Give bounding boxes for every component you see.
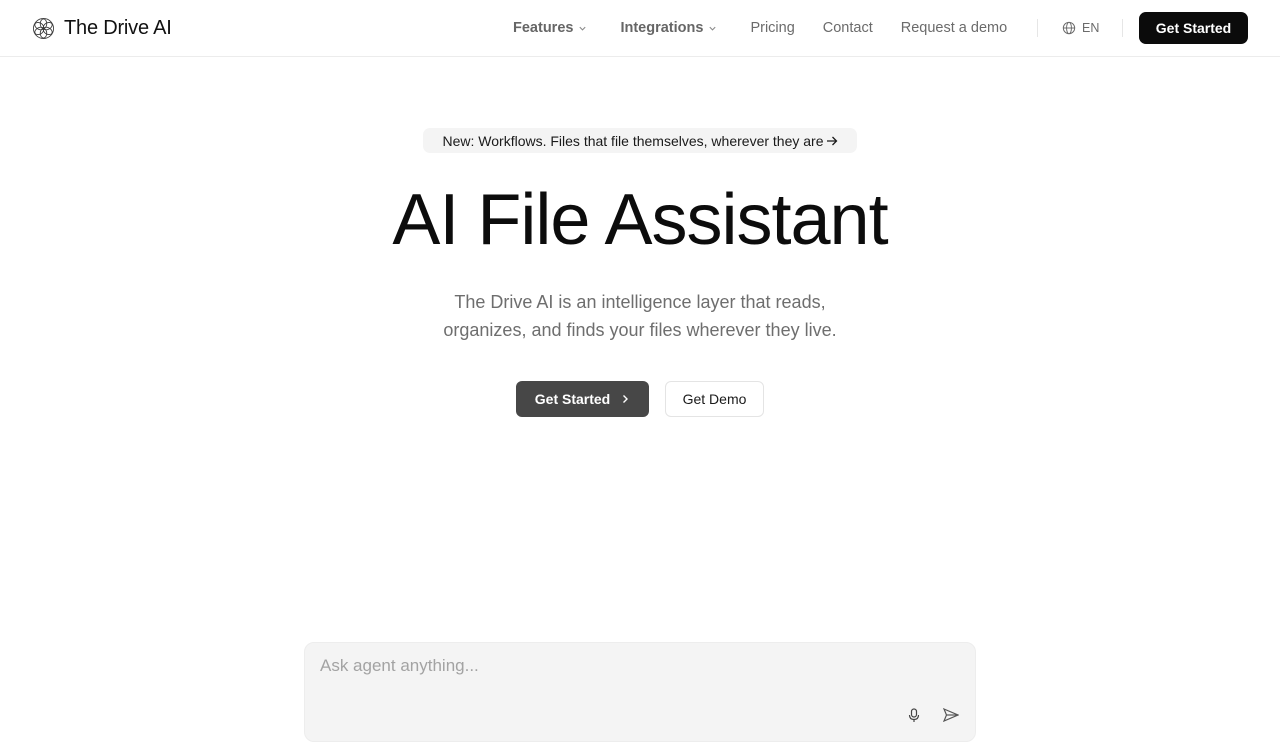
- arrow-right-icon: [826, 136, 837, 145]
- top-nav: The Drive AI Features Integrations Prici…: [0, 0, 1280, 57]
- nav-pricing-label: Pricing: [750, 20, 795, 36]
- nav-request-demo-label: Request a demo: [900, 20, 1008, 36]
- chevron-down-icon: [709, 26, 717, 31]
- agent-chat-box: [304, 642, 976, 742]
- hero-subtitle: The Drive AI is an intelligence layer th…: [390, 288, 890, 344]
- nav-request-demo[interactable]: Request a demo: [901, 20, 1007, 36]
- chevron-down-icon: [579, 26, 587, 31]
- globe-icon: [1062, 21, 1076, 35]
- hero-subtitle-line-2: organizes, and finds your files wherever…: [443, 320, 837, 340]
- nav-divider: [1122, 19, 1123, 37]
- brand-link[interactable]: The Drive AI: [32, 16, 172, 40]
- nav-integrations[interactable]: Integrations: [620, 20, 717, 36]
- agent-chat-input[interactable]: [320, 653, 880, 679]
- hero-get-demo-button[interactable]: Get Demo: [665, 381, 764, 417]
- hero-get-started-button[interactable]: Get Started: [516, 381, 649, 417]
- microphone-icon: [908, 707, 920, 722]
- nav-features[interactable]: Features: [513, 20, 587, 36]
- nav-pricing[interactable]: Pricing: [750, 20, 794, 36]
- nav-integrations-label: Integrations: [620, 20, 704, 36]
- language-switcher[interactable]: EN: [1062, 20, 1099, 36]
- brand-name: The Drive AI: [64, 16, 172, 39]
- nav-links: Features Integrations Pricing Contact Re…: [513, 18, 1007, 38]
- nav-divider: [1037, 19, 1038, 37]
- nav-get-started-button[interactable]: Get Started: [1139, 12, 1248, 44]
- announcement-pill[interactable]: New: Workflows. Files that file themselv…: [423, 128, 857, 153]
- hero-title: AI File Assistant: [392, 180, 888, 260]
- announcement-text: New: Workflows. Files that file themselv…: [442, 132, 824, 149]
- geometric-flower-icon: [33, 17, 54, 39]
- chevron-right-icon: [623, 395, 629, 403]
- nav-contact[interactable]: Contact: [823, 20, 873, 36]
- microphone-button[interactable]: [906, 707, 922, 723]
- nav-features-label: Features: [513, 20, 574, 36]
- hero-get-started-label: Get Started: [534, 391, 611, 407]
- send-button[interactable]: [942, 707, 960, 723]
- hero-subtitle-line-1: The Drive AI is an intelligence layer th…: [454, 292, 826, 312]
- language-label: EN: [1082, 21, 1100, 35]
- nav-contact-label: Contact: [822, 20, 873, 36]
